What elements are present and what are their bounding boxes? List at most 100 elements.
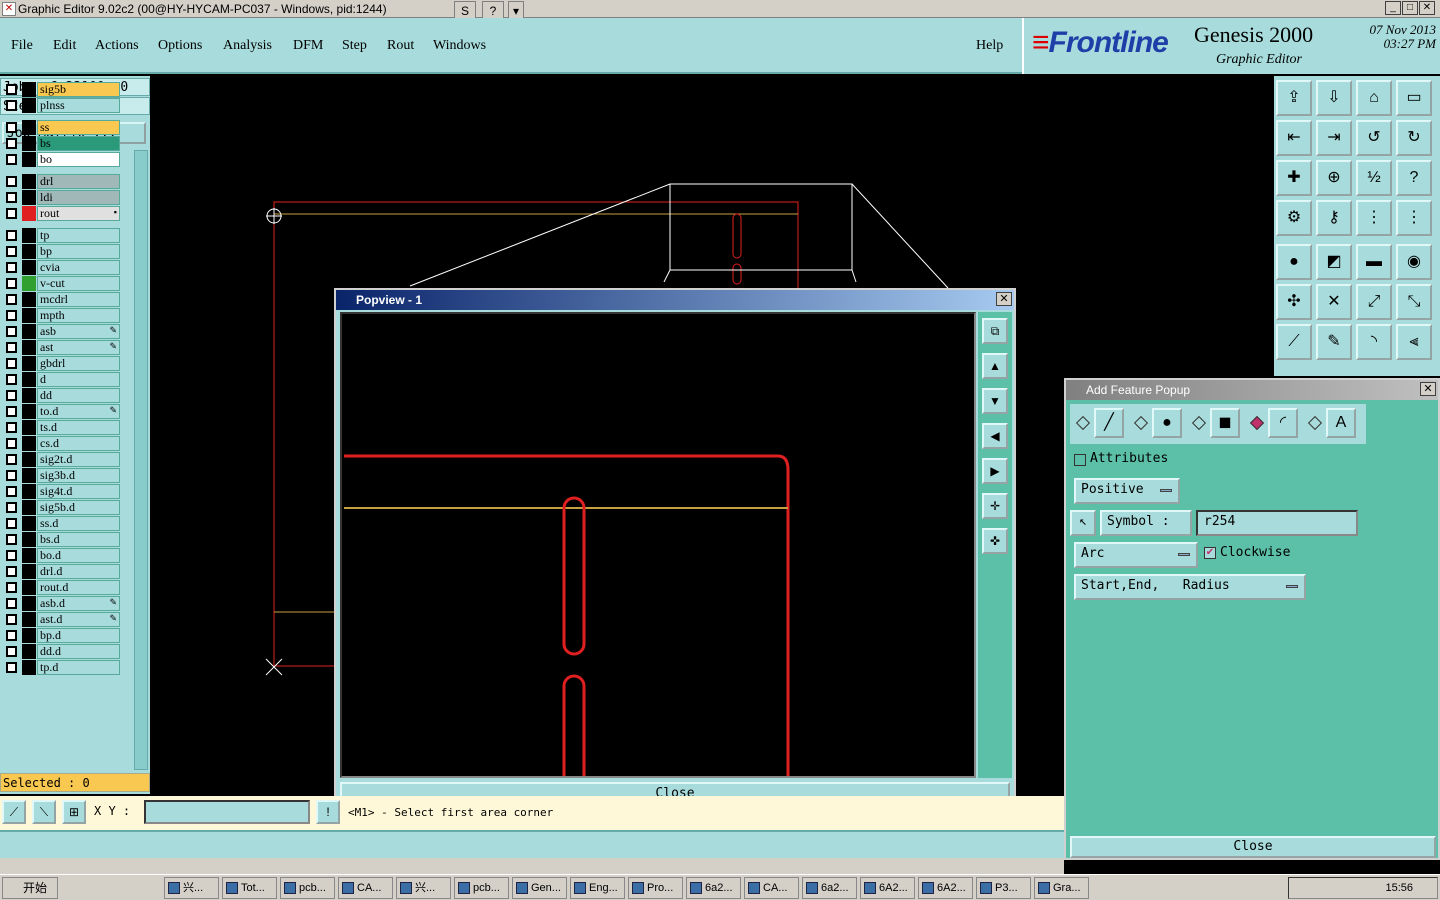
layer-checkbox[interactable] — [6, 422, 17, 433]
taskbar-item[interactable]: Eng... — [570, 877, 625, 899]
zoom-in-icon[interactable]: ✛ — [982, 493, 1008, 519]
fit-icon[interactable]: ✚ — [1276, 160, 1312, 196]
layer-scrollbar[interactable] — [134, 150, 148, 770]
arc-radio-icon[interactable] — [1249, 415, 1265, 431]
menu-help[interactable]: Help — [976, 38, 1003, 54]
layer-row[interactable]: sig5b.d — [2, 500, 120, 515]
layer-checkbox[interactable] — [6, 176, 17, 187]
pan-down-icon[interactable]: ▼ — [982, 388, 1008, 414]
layer-checkbox[interactable] — [6, 582, 17, 593]
layer-checkbox[interactable] — [6, 358, 17, 369]
pad-icon[interactable]: ● — [1276, 244, 1312, 280]
zoom-out-icon[interactable]: ✜ — [982, 528, 1008, 554]
menu-options[interactable]: Options — [158, 38, 202, 54]
layer-row[interactable]: ast.d ✎ — [2, 612, 120, 627]
layer-checkbox[interactable] — [6, 518, 17, 529]
taskbar-item[interactable]: 6A2... — [860, 877, 915, 899]
layer-checkbox[interactable] — [6, 454, 17, 465]
layer-row[interactable]: sig3b.d — [2, 468, 120, 483]
xy-input[interactable] — [144, 800, 310, 824]
link-icon[interactable]: ⤡ — [1396, 284, 1432, 320]
symbol-input[interactable]: r254 — [1196, 510, 1358, 536]
layer-row[interactable]: sig5b — [2, 82, 120, 97]
layer-row[interactable]: rout ▪ — [2, 206, 120, 221]
snap-icon[interactable]: ⟋ — [2, 800, 26, 824]
menu-step[interactable]: Step — [342, 38, 367, 54]
shape-select[interactable]: Arc — [1074, 542, 1198, 568]
layer-checkbox[interactable] — [6, 662, 17, 673]
layer-checkbox[interactable] — [6, 294, 17, 305]
layer-checkbox[interactable] — [6, 566, 17, 577]
layer-row[interactable]: d — [2, 372, 120, 387]
layer-row[interactable]: bo.d — [2, 548, 120, 563]
taskbar-item[interactable]: 6a2... — [686, 877, 741, 899]
layer-row[interactable]: ldi — [2, 190, 120, 205]
layer-row[interactable]: drl — [2, 174, 120, 189]
popview-canvas[interactable] — [340, 312, 976, 778]
symbol-picker-icon[interactable]: ↖ — [1070, 510, 1096, 536]
key-icon[interactable]: ⚷ — [1316, 200, 1352, 236]
line-tool-icon[interactable]: ╱ — [1094, 408, 1124, 438]
layer-row[interactable]: gbdrl — [2, 356, 120, 371]
layer-row[interactable]: asb.d ✎ — [2, 596, 120, 611]
layer-row[interactable]: bo — [2, 152, 120, 167]
pad-radio-icon[interactable] — [1133, 415, 1149, 431]
taskbar-item[interactable]: Gen... — [512, 877, 567, 899]
line-radio-icon[interactable] — [1075, 415, 1091, 431]
layer-row[interactable]: mcdrl — [2, 292, 120, 307]
ratio-icon[interactable]: ½ — [1356, 160, 1392, 196]
taskbar-item[interactable]: pcb... — [280, 877, 335, 899]
add-feature-close-icon[interactable]: ✕ — [1420, 382, 1436, 396]
import-icon[interactable]: ⇤ — [1276, 120, 1312, 156]
slash-icon[interactable]: ⟋ — [1276, 324, 1312, 360]
layer-row[interactable]: sig2t.d — [2, 452, 120, 467]
undo-icon[interactable]: ↺ — [1356, 120, 1392, 156]
taskbar-item[interactable]: Gra... — [1034, 877, 1089, 899]
maximize-icon[interactable]: □ — [1402, 1, 1418, 15]
taskbar-item[interactable]: P3... — [976, 877, 1031, 899]
add-feature-close-button[interactable]: Close — [1070, 836, 1436, 858]
layer-checkbox[interactable] — [6, 326, 17, 337]
layer-checkbox[interactable] — [6, 550, 17, 561]
layer-row[interactable]: bp.d — [2, 628, 120, 643]
net2-icon[interactable]: ⋮ — [1396, 200, 1432, 236]
pad-tool-icon[interactable]: ● — [1152, 408, 1182, 438]
layer-row[interactable]: dd.d — [2, 644, 120, 659]
layer-row[interactable]: rout.d — [2, 580, 120, 595]
circle-icon[interactable]: ◉ — [1396, 244, 1432, 280]
taskbar-item[interactable]: 兴... — [164, 877, 219, 899]
pan-right-icon[interactable]: ▶ — [982, 458, 1008, 484]
triangle-icon[interactable]: ◩ — [1316, 244, 1352, 280]
layer-checkbox[interactable] — [6, 438, 17, 449]
layer-checkbox[interactable] — [6, 100, 17, 111]
layer-checkbox[interactable] — [6, 208, 17, 219]
layer-row[interactable]: cs.d — [2, 436, 120, 451]
layer-row[interactable]: sig4t.d — [2, 484, 120, 499]
open-icon[interactable]: ⇪ — [1276, 80, 1312, 116]
start-button[interactable]: 开始 — [2, 877, 58, 899]
layer-checkbox[interactable] — [6, 192, 17, 203]
layer-checkbox[interactable] — [6, 406, 17, 417]
text-radio-icon[interactable] — [1307, 415, 1323, 431]
layer-checkbox[interactable] — [6, 534, 17, 545]
menu-dfm[interactable]: DFM — [293, 38, 323, 54]
layer-row[interactable]: cvia — [2, 260, 120, 275]
info-icon[interactable]: ! — [316, 800, 340, 824]
taskbar-item[interactable]: 兴... — [396, 877, 451, 899]
zoom-window-icon[interactable]: ⧉ — [982, 318, 1008, 344]
taskbar-item[interactable]: Tot... — [222, 877, 277, 899]
net-icon[interactable]: ⋮ — [1356, 200, 1392, 236]
window-icon[interactable]: ▭ — [1396, 80, 1432, 116]
close-icon[interactable]: ✕ — [1419, 1, 1435, 15]
layer-row[interactable]: asb ✎ — [2, 324, 120, 339]
clockwise-checkbox[interactable]: ✔ — [1204, 547, 1216, 559]
tool-icon[interactable]: ⚙ — [1276, 200, 1312, 236]
arc-mode-select[interactable]: Start,End, Radius — [1074, 574, 1306, 600]
menu-actions[interactable]: Actions — [95, 38, 139, 54]
layer-checkbox[interactable] — [6, 646, 17, 657]
layer-row[interactable]: bs.d — [2, 532, 120, 547]
layer-row[interactable]: v-cut — [2, 276, 120, 291]
layer-row[interactable]: tp — [2, 228, 120, 243]
attributes-checkbox[interactable] — [1074, 454, 1086, 466]
layer-row[interactable]: bp — [2, 244, 120, 259]
